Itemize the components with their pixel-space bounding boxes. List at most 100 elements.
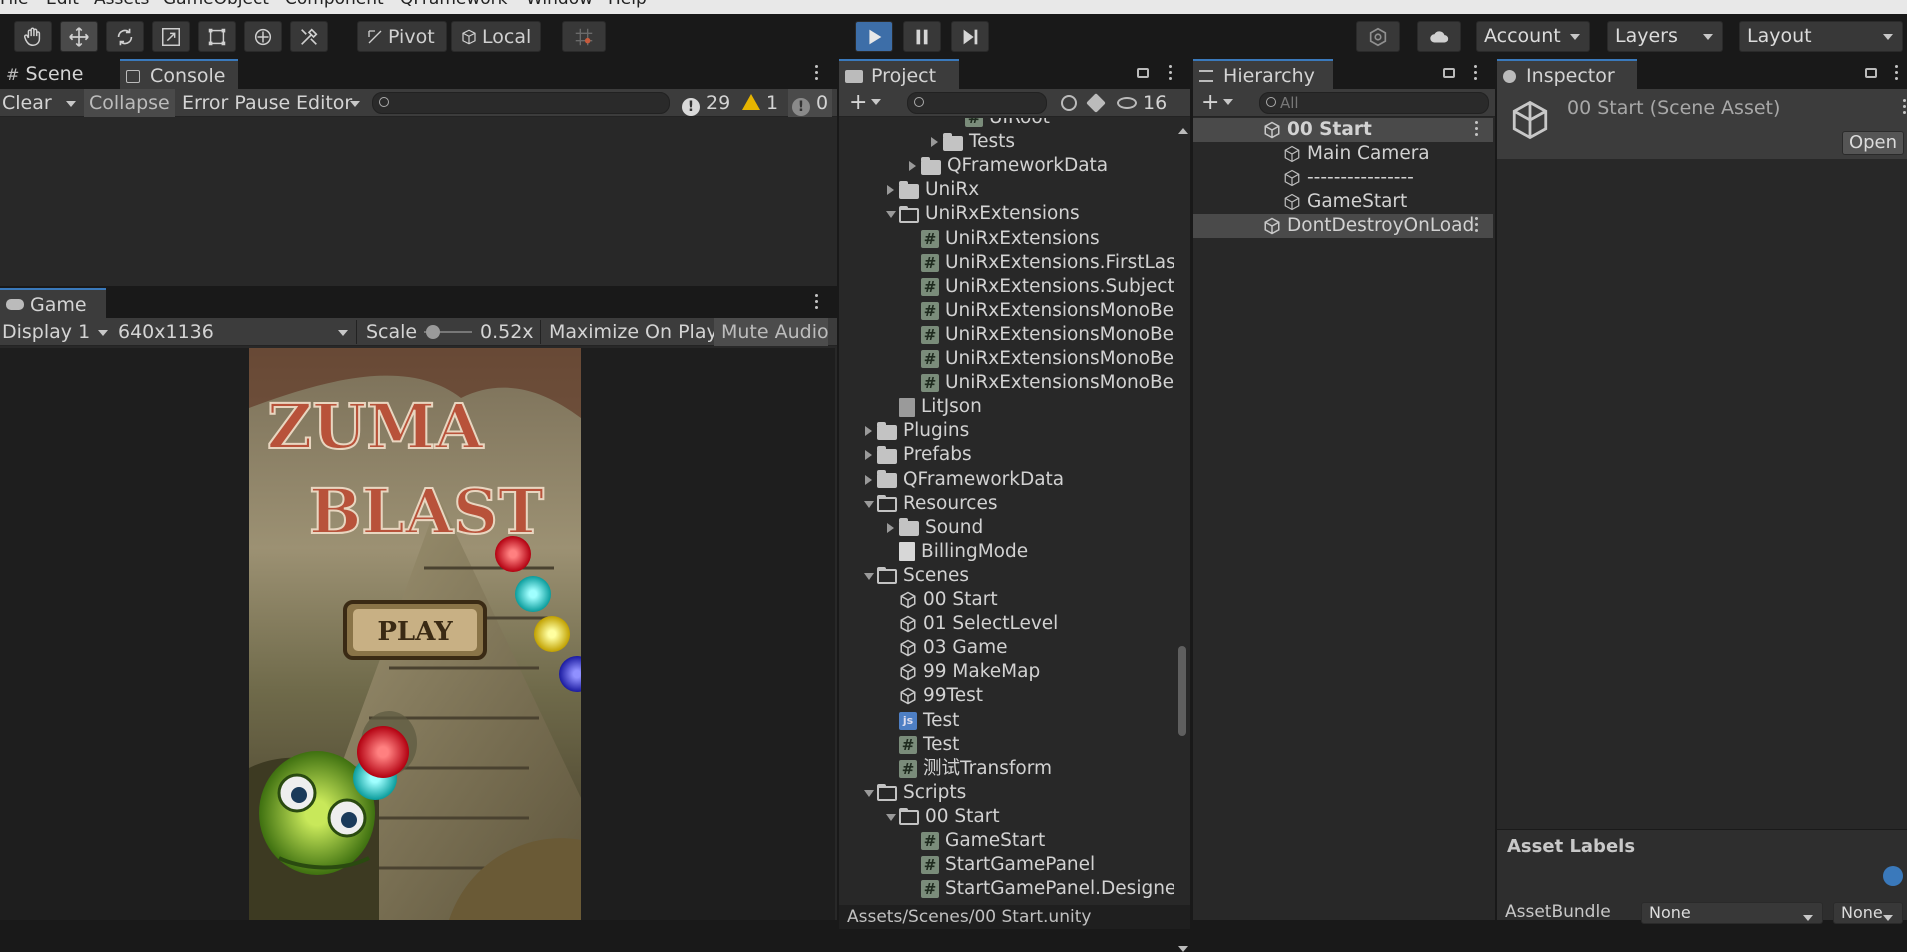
menu-qframework[interactable]: QFramework [400, 0, 508, 9]
menu-assets[interactable]: Assets [94, 0, 149, 9]
label-tag-icon[interactable] [1086, 93, 1106, 113]
scale-slider-handle[interactable] [426, 325, 440, 339]
menu-component[interactable]: Component [285, 0, 384, 9]
hidden-packages-toggle[interactable]: 16 [1117, 89, 1167, 117]
tab-game[interactable]: Game [0, 288, 106, 318]
project-item[interactable]: 00 Start [883, 588, 1174, 612]
hierarchy-search-input[interactable]: All [1259, 92, 1489, 114]
project-item[interactable]: 01 SelectLevel [883, 612, 1174, 636]
project-item[interactable]: 99Test [883, 684, 1174, 708]
project-item[interactable]: # UniRxExtensions.FirstLas [905, 251, 1174, 275]
foldout-arrow-icon[interactable] [861, 781, 877, 805]
game-view-area[interactable]: ZUMA BLAST PLAY [0, 348, 835, 920]
menu-edit[interactable]: Edit [46, 0, 79, 9]
hierarchy-menu-icon[interactable] [1472, 65, 1478, 83]
project-item[interactable]: 03 Game [883, 636, 1174, 660]
grid-snap-button[interactable] [562, 21, 606, 52]
project-item[interactable]: Plugins [861, 419, 1174, 443]
project-item[interactable]: # UniRxExtensionsMonoBe [905, 347, 1174, 371]
account-dropdown[interactable]: Account [1476, 21, 1590, 52]
foldout-arrow-icon[interactable] [861, 468, 877, 492]
hierarchy-item[interactable]: GameStart [1193, 190, 1493, 214]
project-item[interactable]: Scripts [861, 781, 1174, 805]
inspector-header-menu-icon[interactable] [1901, 99, 1907, 117]
project-item[interactable]: LitJson [883, 395, 1174, 419]
pivot-toggle[interactable]: Pivot [357, 21, 447, 52]
foldout-arrow-icon[interactable] [883, 178, 899, 202]
project-item[interactable]: # 测试Transform [883, 757, 1174, 781]
menu-help[interactable]: Help [608, 0, 647, 9]
resolution-dropdown[interactable]: 640x1136 [118, 318, 354, 346]
project-item[interactable]: QFrameworkData [861, 468, 1174, 492]
foldout-arrow-icon[interactable] [927, 130, 943, 154]
project-item[interactable]: # UniRxExtensions.Subject [905, 275, 1174, 299]
hierarchy-item-menu-icon[interactable] [1473, 121, 1479, 139]
error-pause-toggle[interactable]: Error Pause [182, 89, 290, 117]
transform-tool-button[interactable] [244, 21, 282, 52]
custom-tool-button[interactable] [290, 21, 328, 52]
project-scrollbar[interactable] [1174, 118, 1190, 952]
play-button[interactable] [855, 21, 893, 52]
project-item[interactable]: Sound [883, 516, 1174, 540]
move-tool-button[interactable] [60, 21, 98, 52]
project-item[interactable]: Scenes [861, 564, 1174, 588]
hierarchy-add-button[interactable]: + [1201, 89, 1234, 117]
project-item[interactable]: Resources [861, 492, 1174, 516]
info-count-toggle[interactable]: ! 0 [788, 89, 832, 117]
collapse-toggle[interactable]: Collapse [84, 89, 175, 117]
tab-inspector[interactable]: Inspector [1497, 59, 1637, 89]
foldout-arrow-icon[interactable] [861, 443, 877, 467]
project-item[interactable]: # StartGamePanel.Designe [905, 877, 1174, 898]
hierarchy-item-menu-icon[interactable] [1473, 217, 1479, 235]
label-tag-button[interactable] [1883, 866, 1903, 886]
game-menu-icon[interactable] [813, 294, 819, 312]
project-item[interactable]: # GameStart [905, 829, 1174, 853]
hierarchy-item[interactable]: ---------------- [1193, 166, 1493, 190]
foldout-arrow-icon[interactable] [883, 202, 899, 226]
rect-tool-button[interactable] [198, 21, 236, 52]
display-dropdown[interactable]: Display 1 [2, 318, 112, 346]
step-button[interactable] [951, 21, 989, 52]
project-item[interactable]: # Test [883, 733, 1174, 757]
project-item[interactable]: 99 MakeMap [883, 660, 1174, 684]
scroll-down-arrow[interactable] [1178, 946, 1188, 952]
foldout-arrow-icon[interactable] [905, 154, 921, 178]
project-item[interactable]: UniRx [883, 178, 1174, 202]
hierarchy-item[interactable]: Main Camera [1193, 142, 1493, 166]
foldout-arrow-icon[interactable] [861, 492, 877, 516]
scale-slider[interactable] [424, 325, 472, 339]
pause-button[interactable] [903, 21, 941, 52]
inspector-menu-icon[interactable] [1893, 65, 1899, 83]
asset-bundle-dropdown[interactable]: None [1641, 902, 1823, 924]
project-item[interactable]: QFrameworkData [905, 154, 1174, 178]
lock-icon[interactable] [1137, 68, 1149, 78]
tab-scene[interactable]: # Scene [0, 59, 118, 89]
project-item[interactable]: # UIRoot [949, 118, 1174, 130]
play-game-button[interactable]: PLAY [343, 600, 487, 660]
project-item[interactable]: # UniRxExtensionsMonoBe [905, 299, 1174, 323]
project-item[interactable]: # UniRxExtensionsMonoBe [905, 371, 1174, 395]
project-item[interactable]: # StartGamePanel [905, 853, 1174, 877]
menu-gameobject[interactable]: GameObject [163, 0, 269, 9]
filter-by-type-icon[interactable] [1061, 95, 1077, 111]
menu-file[interactable]: File [0, 0, 28, 9]
editor-dropdown[interactable]: Editor [296, 89, 362, 117]
console-menu-icon[interactable] [813, 65, 819, 83]
foldout-arrow-icon[interactable] [883, 805, 899, 829]
asset-variant-dropdown[interactable]: None [1833, 902, 1903, 924]
project-item[interactable]: BillingMode [883, 540, 1174, 564]
foldout-arrow-icon[interactable] [861, 419, 877, 443]
maximize-on-play-toggle[interactable]: Maximize On Play [549, 318, 718, 346]
project-menu-icon[interactable] [1167, 65, 1173, 83]
clear-dropdown[interactable]: Clear [2, 89, 80, 117]
layout-dropdown[interactable]: Layout [1739, 21, 1903, 52]
menu-window[interactable]: Window [526, 0, 593, 9]
project-item[interactable]: js Test [883, 709, 1174, 733]
local-toggle[interactable]: Local [451, 21, 541, 52]
hand-tool-button[interactable] [14, 21, 52, 52]
foldout-arrow-icon[interactable] [883, 516, 899, 540]
project-item[interactable]: UniRxExtensions [883, 202, 1174, 226]
project-add-button[interactable]: + [849, 89, 882, 117]
collab-button[interactable] [1356, 21, 1400, 52]
hierarchy-item[interactable]: 00 Start [1193, 118, 1493, 142]
